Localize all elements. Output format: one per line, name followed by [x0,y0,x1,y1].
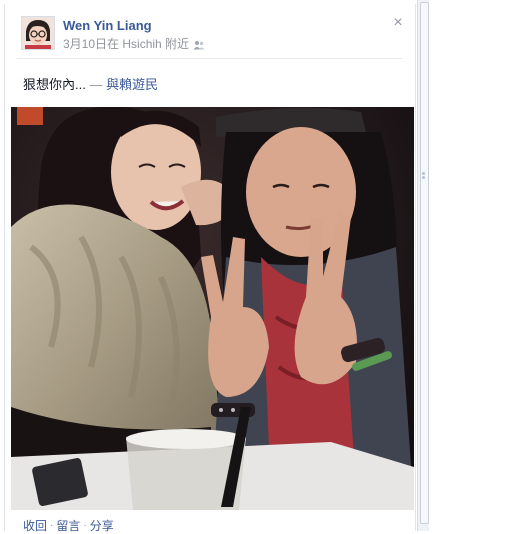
status-dash: — [89,77,103,92]
scrollbar-grip-dot [422,176,425,179]
post-photo[interactable] [11,107,414,510]
action-separator: · [83,520,87,531]
status-text: 狠想你內... [23,77,86,92]
post-meta: 3月10日在 Hsichih 附近 [63,35,205,52]
comment-link[interactable]: 留言 [56,517,80,534]
avatar-photo [22,17,54,49]
status-line: 狠想你內... — 與賴遊民 [23,74,158,93]
post-actions: 收回 · 留言 · 分享 [23,517,114,534]
friends-icon[interactable] [193,39,205,49]
action-separator: · [50,520,54,531]
header-divider [17,58,403,59]
close-icon[interactable]: × [391,15,405,31]
post-date-link[interactable]: 3月10日在 Hsichih 附近 [63,35,189,52]
author-avatar[interactable] [21,16,55,50]
collapse-link[interactable]: 收回 [23,517,47,534]
photo-image [11,107,414,510]
share-link[interactable]: 分享 [90,517,114,534]
author-name-link[interactable]: Wen Yin Liang [63,18,152,33]
post-card: Wen Yin Liang 3月10日在 Hsichih 附近 × 狠想你內..… [4,4,416,534]
scrollbar-grip-dot [422,172,425,175]
scrollbar-thumb[interactable] [420,2,429,524]
vertical-scrollbar[interactable] [417,0,429,531]
tagged-friend-link[interactable]: 與賴遊民 [106,77,158,92]
